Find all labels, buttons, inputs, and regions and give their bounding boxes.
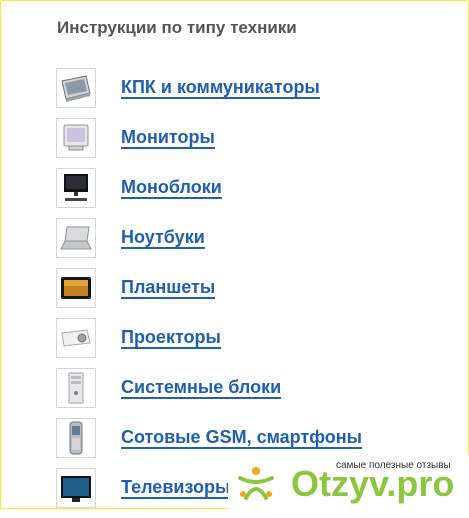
section-heading: Инструкции по типу техники (57, 18, 297, 37)
watermark-logo-icon (236, 464, 276, 507)
watermark-logo-text: Otzyv.pro (291, 463, 455, 504)
category-link-system-units[interactable]: Системные блоки (121, 378, 282, 399)
tablet-icon[interactable] (56, 268, 96, 308)
category-link-laptops[interactable]: Ноутбуки (121, 228, 205, 249)
category-link-monitors[interactable]: Мониторы (121, 128, 215, 149)
category-link-projectors[interactable]: Проекторы (121, 328, 221, 349)
monitor-icon[interactable] (56, 118, 96, 158)
laptop-icon[interactable] (56, 218, 96, 258)
pda-icon[interactable] (56, 68, 96, 108)
tv-icon[interactable] (56, 468, 96, 508)
mobile-phone-icon[interactable] (56, 418, 96, 458)
system-unit-icon[interactable] (56, 368, 96, 408)
category-link-mobile-phones[interactable]: Сотовые GSM, смартфоны (121, 428, 362, 449)
category-link-all-in-one[interactable]: Моноблоки (121, 178, 222, 199)
category-link-pda[interactable]: КПК и коммуникаторы (121, 78, 320, 99)
all-in-one-icon[interactable] (56, 168, 96, 208)
projector-icon[interactable] (56, 318, 96, 358)
category-link-tablets[interactable]: Планшеты (121, 278, 216, 299)
